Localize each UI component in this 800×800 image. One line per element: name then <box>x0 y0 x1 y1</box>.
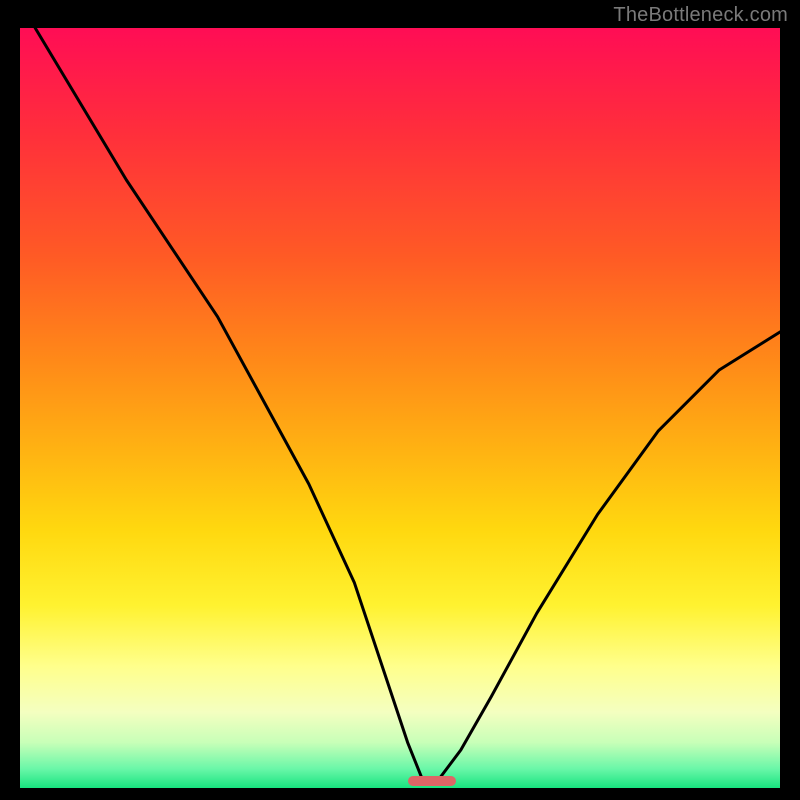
curve-svg <box>20 28 780 788</box>
chart-stage: TheBottleneck.com <box>0 0 800 800</box>
watermark-text: TheBottleneck.com <box>613 4 788 27</box>
optimum-marker <box>408 776 456 786</box>
bottleneck-curve <box>35 28 780 780</box>
plot-area <box>20 28 780 788</box>
